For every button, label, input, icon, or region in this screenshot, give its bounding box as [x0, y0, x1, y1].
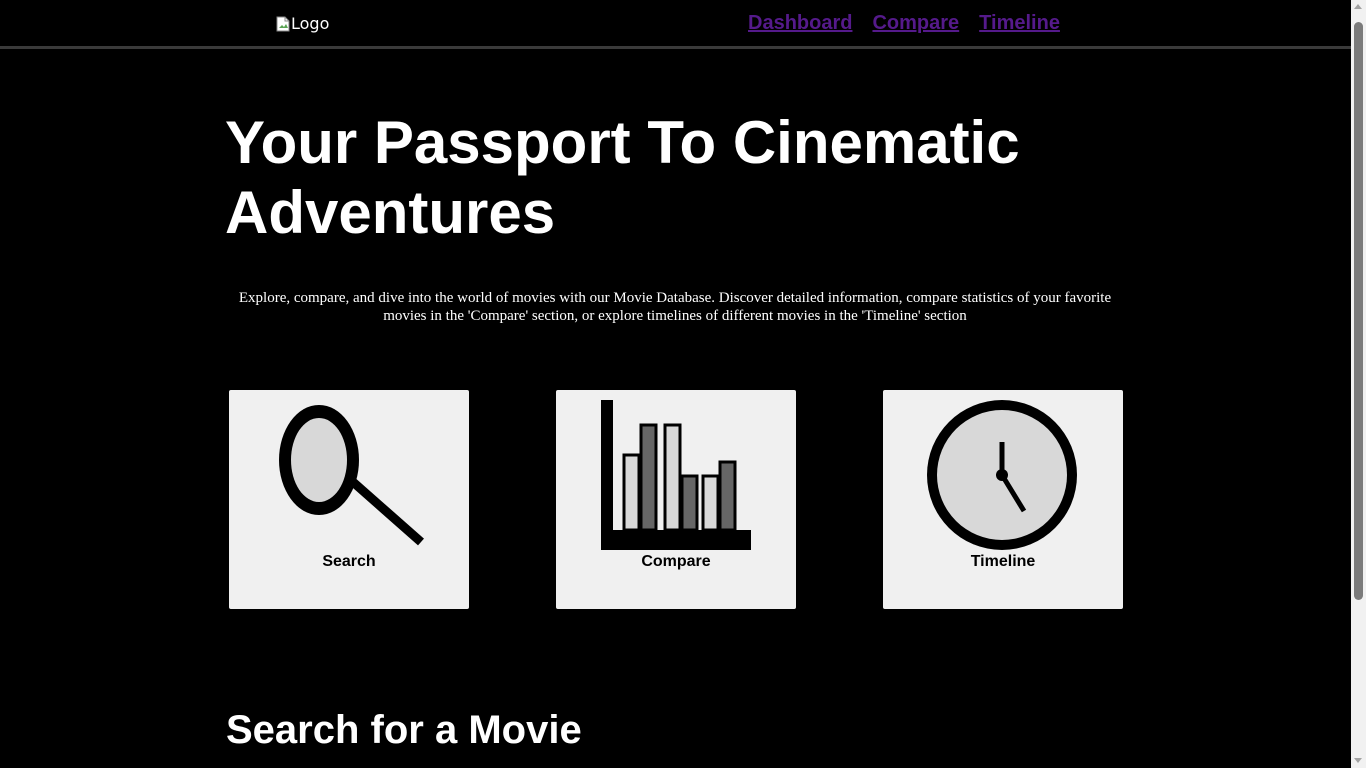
- timeline-card-label: Timeline: [970, 553, 1036, 570]
- scrollbar-thumb[interactable]: [1354, 22, 1363, 600]
- hero-description: Explore, compare, and dive into the worl…: [238, 290, 1112, 324]
- logo[interactable]: Logo: [276, 14, 329, 33]
- top-nav-bar: Logo Dashboard Compare Timeline: [0, 0, 1351, 49]
- search-section-title: Search for a Movie: [226, 708, 582, 752]
- compare-card[interactable]: Compare: [556, 390, 796, 609]
- vertical-scrollbar[interactable]: [1351, 0, 1366, 768]
- magnifying-glass-icon: [279, 405, 424, 546]
- scroll-down-arrow-icon[interactable]: [1354, 758, 1362, 763]
- nav-link-compare[interactable]: Compare: [872, 12, 959, 35]
- page: Logo Dashboard Compare Timeline Your Pas…: [0, 0, 1366, 768]
- main-nav: Dashboard Compare Timeline: [748, 12, 1060, 35]
- scroll-up-arrow-icon[interactable]: [1354, 4, 1362, 9]
- compare-card-label: Compare: [641, 553, 711, 570]
- search-card-label: Search: [322, 553, 376, 570]
- broken-image-icon: [276, 16, 290, 31]
- logo-alt-text: Logo: [291, 14, 330, 33]
- nav-link-dashboard[interactable]: Dashboard: [748, 12, 852, 35]
- bar-chart-icon: [601, 400, 751, 550]
- clock-icon: [927, 400, 1077, 550]
- nav-link-timeline[interactable]: Timeline: [979, 12, 1060, 35]
- timeline-card[interactable]: Timeline: [883, 390, 1123, 609]
- hero-title: Your Passport To Cinematic Adventures: [225, 109, 1020, 246]
- search-card[interactable]: Search: [229, 390, 469, 609]
